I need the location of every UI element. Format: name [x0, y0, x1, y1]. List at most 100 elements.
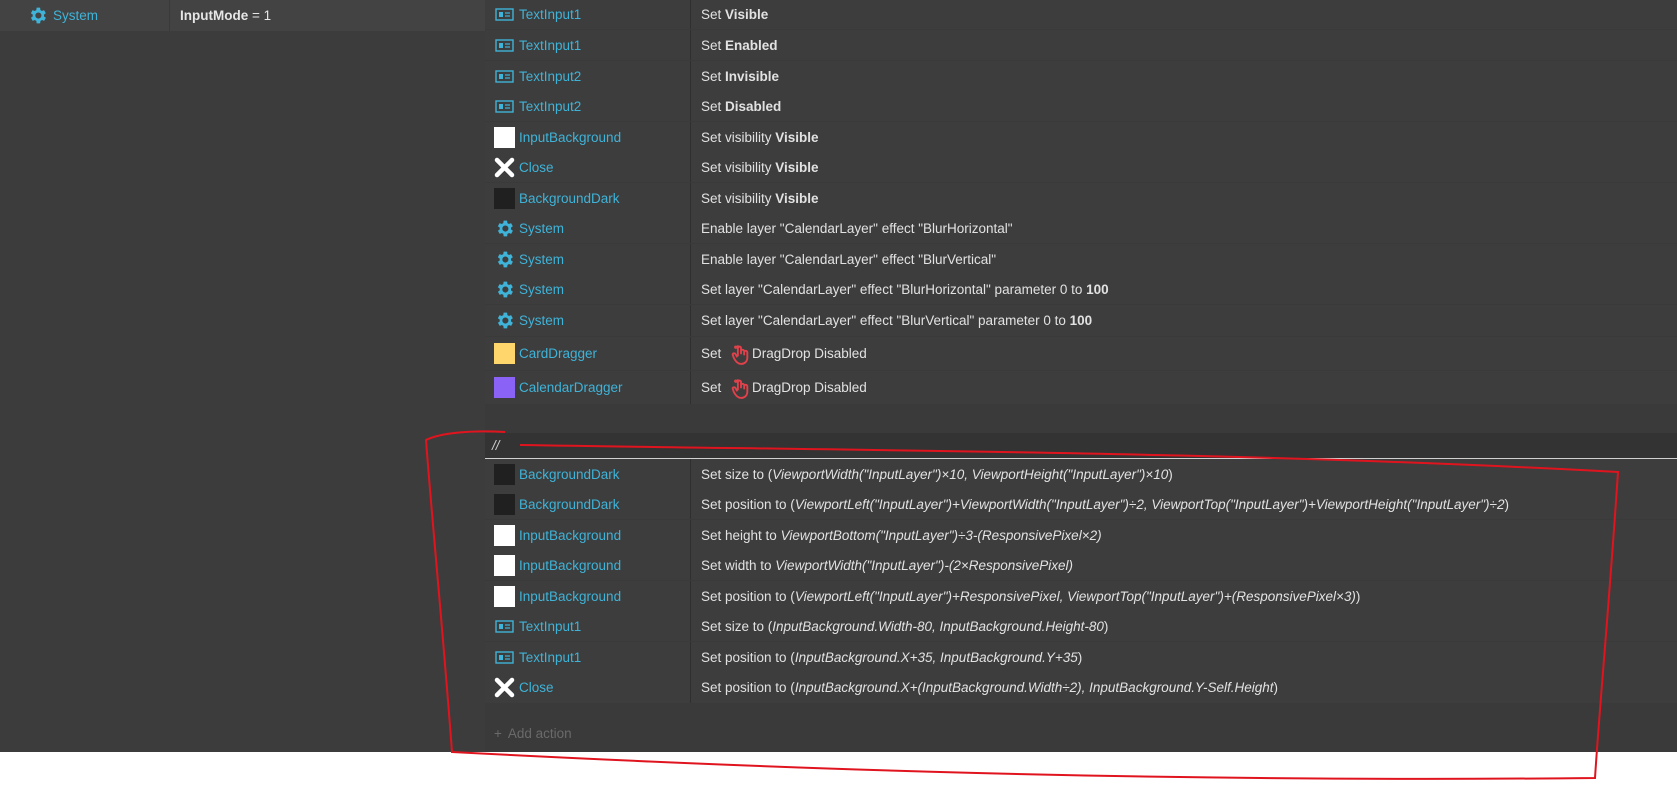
- action-object-name[interactable]: CalendarDragger: [519, 380, 623, 395]
- drag-drop-behavior-icon: [730, 378, 749, 399]
- column-divider: [169, 0, 170, 31]
- action-row[interactable]: Close Set position to (InputBackground.X+…: [485, 672, 1677, 703]
- action-object-name[interactable]: System: [519, 282, 564, 297]
- action-object-name[interactable]: System: [519, 313, 564, 328]
- action-row[interactable]: TextInput2 Set Disabled: [485, 91, 1677, 121]
- action-row[interactable]: System Enable layer "CalendarLayer" effec…: [485, 213, 1677, 243]
- action-object-name[interactable]: InputBackground: [519, 130, 621, 145]
- action-object[interactable]: InputBackground: [494, 122, 621, 152]
- action-expression: ViewportLeft("InputLayer")+ViewportWidth…: [794, 496, 1505, 512]
- action-object[interactable]: System: [494, 213, 564, 243]
- action-object-name[interactable]: InputBackground: [519, 528, 621, 543]
- action-object[interactable]: TextInput2: [494, 61, 581, 91]
- action-row[interactable]: CardDragger Set DragDrop Disabled: [485, 337, 1677, 370]
- action-row[interactable]: BackgroundDark Set size to (ViewportWidth…: [485, 459, 1677, 489]
- action-row[interactable]: System Set layer "CalendarLayer" effect "…: [485, 274, 1677, 304]
- action-row[interactable]: Close Set visibility Visible: [485, 152, 1677, 182]
- action-text[interactable]: Set visibility Visible: [701, 152, 819, 182]
- action-text-part: Set: [701, 346, 726, 361]
- column-divider: [690, 0, 691, 29]
- action-row[interactable]: TextInput1 Set Enabled: [485, 30, 1677, 60]
- action-row[interactable]: TextInput1 Set position to (InputBackgrou…: [485, 642, 1677, 672]
- action-text[interactable]: Set Visible: [701, 0, 768, 29]
- action-object[interactable]: System: [494, 305, 564, 336]
- action-object-name[interactable]: BackgroundDark: [519, 497, 620, 512]
- action-text[interactable]: Set size to (InputBackground.Width-80, I…: [701, 611, 1108, 641]
- action-text-part: Enable layer "CalendarLayer" effect "Blu…: [701, 220, 1013, 236]
- action-object[interactable]: BackgroundDark: [494, 489, 620, 519]
- action-row[interactable]: TextInput1 Set size to (InputBackground.W…: [485, 611, 1677, 641]
- action-text[interactable]: Set DragDrop Disabled: [701, 371, 867, 404]
- action-object[interactable]: System: [494, 244, 564, 274]
- action-object[interactable]: System: [494, 274, 564, 304]
- action-object-name[interactable]: TextInput1: [519, 650, 581, 665]
- action-object-name[interactable]: TextInput1: [519, 38, 581, 53]
- action-object-name[interactable]: TextInput1: [519, 7, 581, 22]
- action-row[interactable]: InputBackground Set height to ViewportBot…: [485, 520, 1677, 550]
- action-text[interactable]: Set layer "CalendarLayer" effect "BlurVe…: [701, 305, 1092, 336]
- action-object[interactable]: TextInput1: [494, 642, 581, 672]
- action-row[interactable]: InputBackground Set position to (Viewport…: [485, 581, 1677, 611]
- condition-row[interactable]: System InputMode = 1: [0, 0, 485, 31]
- action-text[interactable]: Enable layer "CalendarLayer" effect "Blu…: [701, 213, 1013, 243]
- add-action-label: Add action: [507, 725, 572, 741]
- action-object[interactable]: CardDragger: [494, 337, 597, 370]
- action-text[interactable]: Set width to ViewportWidth("InputLayer")…: [701, 550, 1073, 580]
- action-object-name[interactable]: InputBackground: [519, 589, 621, 604]
- action-object-name[interactable]: TextInput2: [519, 69, 581, 84]
- action-object[interactable]: Close: [494, 672, 554, 703]
- action-text[interactable]: Set Enabled: [701, 30, 778, 60]
- action-text[interactable]: Set size to (ViewportWidth("InputLayer")…: [701, 459, 1173, 489]
- action-object[interactable]: TextInput2: [494, 91, 581, 121]
- action-row[interactable]: BackgroundDark Set position to (ViewportL…: [485, 489, 1677, 519]
- action-text[interactable]: Set position to (ViewportLeft("InputLaye…: [701, 581, 1360, 611]
- action-object[interactable]: InputBackground: [494, 550, 621, 580]
- action-text[interactable]: Set Disabled: [701, 91, 781, 121]
- comment-row[interactable]: //: [485, 433, 1677, 459]
- action-text[interactable]: Set DragDrop Disabled: [701, 337, 867, 370]
- action-object-name[interactable]: Close: [519, 160, 554, 175]
- action-object[interactable]: TextInput1: [494, 611, 581, 641]
- action-row[interactable]: CalendarDragger Set DragDrop Disabled: [485, 371, 1677, 404]
- action-object[interactable]: CalendarDragger: [494, 371, 623, 404]
- action-text[interactable]: Set position to (InputBackground.X+(Inpu…: [701, 672, 1278, 703]
- action-row[interactable]: BackgroundDark Set visibility Visible: [485, 183, 1677, 213]
- action-object-name[interactable]: InputBackground: [519, 558, 621, 573]
- action-object-name[interactable]: TextInput2: [519, 99, 581, 114]
- action-object[interactable]: BackgroundDark: [494, 183, 620, 213]
- action-object[interactable]: InputBackground: [494, 581, 621, 611]
- action-object-name[interactable]: TextInput1: [519, 619, 581, 634]
- action-object-name[interactable]: System: [519, 221, 564, 236]
- action-text[interactable]: Set position to (InputBackground.X+35, I…: [701, 642, 1082, 672]
- action-object[interactable]: Close: [494, 152, 554, 182]
- action-expression: InputBackground.Width-80, InputBackgroun…: [772, 618, 1104, 634]
- action-object-name[interactable]: BackgroundDark: [519, 467, 620, 482]
- action-text[interactable]: Set layer "CalendarLayer" effect "BlurHo…: [701, 274, 1109, 304]
- action-text[interactable]: Set height to ViewportBottom("InputLayer…: [701, 520, 1102, 550]
- action-row[interactable]: InputBackground Set visibility Visible: [485, 122, 1677, 152]
- action-text[interactable]: Set Invisible: [701, 61, 779, 91]
- action-object-name[interactable]: System: [519, 252, 564, 267]
- action-row[interactable]: TextInput2 Set Invisible: [485, 61, 1677, 91]
- action-row[interactable]: InputBackground Set width to ViewportWidt…: [485, 550, 1677, 580]
- action-object[interactable]: TextInput1: [494, 0, 581, 29]
- condition-text[interactable]: InputMode = 1: [180, 0, 271, 31]
- action-text[interactable]: Set visibility Visible: [701, 183, 819, 213]
- action-object[interactable]: BackgroundDark: [494, 459, 620, 489]
- action-row[interactable]: System Enable layer "CalendarLayer" effec…: [485, 244, 1677, 274]
- action-text[interactable]: Set position to (ViewportLeft("InputLaye…: [701, 489, 1509, 519]
- action-object[interactable]: TextInput1: [494, 30, 581, 60]
- action-row[interactable]: System Set layer "CalendarLayer" effect "…: [485, 305, 1677, 336]
- dark-sprite-icon: [494, 463, 515, 485]
- action-row[interactable]: TextInput1 Set Visible: [485, 0, 1677, 29]
- action-text[interactable]: Enable layer "CalendarLayer" effect "Blu…: [701, 244, 996, 274]
- action-object-name[interactable]: CardDragger: [519, 346, 597, 361]
- condition-object[interactable]: System: [27, 0, 98, 31]
- action-text[interactable]: Set visibility Visible: [701, 122, 819, 152]
- action-object-name[interactable]: BackgroundDark: [519, 191, 620, 206]
- white-sprite-icon: [494, 554, 515, 576]
- add-action-button[interactable]: + Add action: [494, 721, 572, 745]
- action-object-name[interactable]: Close: [519, 680, 554, 695]
- condition-object-name[interactable]: System: [53, 8, 98, 23]
- action-object[interactable]: InputBackground: [494, 520, 621, 550]
